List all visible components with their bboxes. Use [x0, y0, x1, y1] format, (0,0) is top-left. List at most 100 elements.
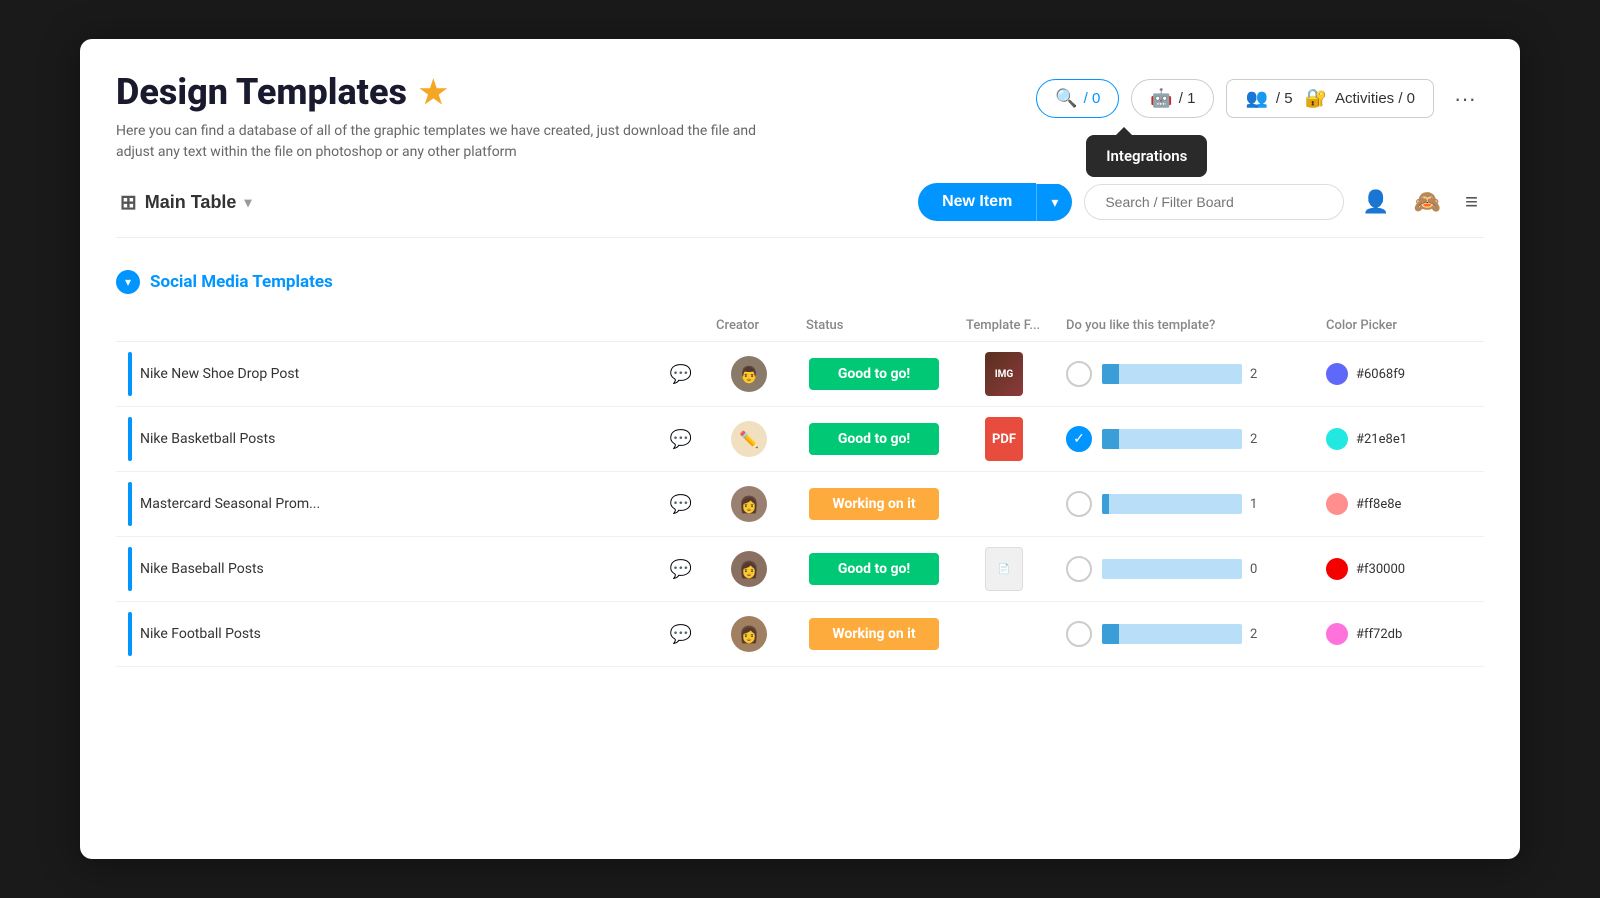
- creator-cell: ✏️: [704, 413, 794, 465]
- row-bar: [128, 417, 132, 461]
- comment-icon[interactable]: 💬: [670, 429, 692, 450]
- creator-avatar: 👨: [731, 356, 767, 392]
- progress-container: 2: [1102, 429, 1266, 449]
- row-name-cell: Nike Baseball Posts 💬: [116, 537, 704, 601]
- like-cell: 2: [1054, 353, 1314, 395]
- person-icon-button[interactable]: 👤: [1356, 185, 1395, 219]
- page-description: Here you can find a database of all of t…: [116, 121, 796, 163]
- creator-avatar: 👩: [731, 486, 767, 522]
- comment-icon[interactable]: 💬: [670, 559, 692, 580]
- item-name: Nike New Shoe Drop Post: [140, 366, 662, 382]
- progress-bar: [1102, 624, 1242, 644]
- progress-container: 1: [1102, 494, 1266, 514]
- activities-button[interactable]: 👥 / 5 🔐 Activities / 0: [1226, 79, 1434, 118]
- header-right: 🔍 / 0 Integrations 🤖 / 1 👥 / 5 🔐 Activit…: [1036, 79, 1484, 118]
- guests-button[interactable]: 🔍 / 0: [1036, 79, 1119, 118]
- table-icon: ⊞: [120, 190, 137, 215]
- main-table: Creator Status Template F... Do you like…: [116, 310, 1484, 667]
- progress-container: 2: [1102, 364, 1266, 384]
- color-dot[interactable]: [1326, 493, 1348, 515]
- table-row: Mastercard Seasonal Prom... 💬 👩 Working …: [116, 472, 1484, 537]
- header-left: Design Templates ★ Here you can find a d…: [116, 71, 1036, 163]
- new-item-main-button[interactable]: New Item: [918, 183, 1036, 221]
- automations-button[interactable]: 🤖 / 1: [1131, 79, 1214, 118]
- like-checkbox[interactable]: [1066, 491, 1092, 517]
- activities-label: Activities / 0: [1335, 90, 1415, 107]
- filter-icon: ≡: [1465, 189, 1478, 214]
- guests-btn-container: 🔍 / 0 Integrations: [1036, 79, 1119, 118]
- automations-icon: 🤖: [1150, 88, 1172, 109]
- page-title-row: Design Templates ★: [116, 71, 1036, 113]
- like-checkbox[interactable]: [1066, 621, 1092, 647]
- template-cell: 📄: [954, 541, 1054, 597]
- table-header-row: Creator Status Template F... Do you like…: [116, 310, 1484, 342]
- item-name: Nike Baseball Posts: [140, 561, 662, 577]
- header: Design Templates ★ Here you can find a d…: [116, 71, 1484, 163]
- like-checkbox[interactable]: [1066, 556, 1092, 582]
- comment-icon[interactable]: 💬: [670, 364, 692, 385]
- automations-count: / 1: [1179, 90, 1196, 107]
- progress-number: 0: [1250, 562, 1266, 577]
- group-title: Social Media Templates: [150, 272, 333, 292]
- color-dot[interactable]: [1326, 623, 1348, 645]
- status-badge: Working on it: [809, 618, 939, 650]
- search-input[interactable]: [1084, 184, 1344, 220]
- color-dot[interactable]: [1326, 428, 1348, 450]
- color-hex-value: #21e8e1: [1356, 432, 1407, 447]
- page-title: Design Templates: [116, 71, 407, 113]
- group-header: ▾ Social Media Templates: [116, 270, 1484, 294]
- color-hex-value: #ff72db: [1356, 627, 1402, 642]
- new-item-button[interactable]: New Item ▾: [918, 183, 1072, 221]
- table-row: Nike Football Posts 💬 👩 Working on it 2 …: [116, 602, 1484, 667]
- status-badge: Working on it: [809, 488, 939, 520]
- creator-avatar: 👩: [731, 551, 767, 587]
- progress-number: 1: [1250, 497, 1266, 512]
- guests-count: / 0: [1084, 90, 1101, 107]
- app-window: Design Templates ★ Here you can find a d…: [80, 39, 1520, 859]
- file-thumbnail[interactable]: IMG: [985, 352, 1023, 396]
- status-badge: Good to go!: [809, 553, 939, 585]
- like-checkbox[interactable]: [1066, 361, 1092, 387]
- progress-number: 2: [1250, 627, 1266, 642]
- filter-icon-button[interactable]: ≡: [1459, 185, 1484, 219]
- main-table-button[interactable]: ⊞ Main Table ▾: [116, 184, 255, 221]
- people-icon: 👥: [1245, 88, 1267, 109]
- progress-container: 0: [1102, 559, 1266, 579]
- status-cell: Working on it: [794, 612, 954, 656]
- color-hex-value: #f30000: [1356, 562, 1405, 577]
- lock-icon: 🔐: [1305, 88, 1327, 109]
- col-header-name: [116, 310, 704, 342]
- row-name-cell: Nike Basketball Posts 💬: [116, 407, 704, 471]
- progress-number: 2: [1250, 432, 1266, 447]
- favorite-star-icon[interactable]: ★: [419, 73, 448, 111]
- color-dot[interactable]: [1326, 558, 1348, 580]
- row-name-cell: Mastercard Seasonal Prom... 💬: [116, 472, 704, 536]
- progress-fill: [1102, 429, 1119, 449]
- more-options-button[interactable]: ···: [1446, 82, 1484, 116]
- table-row: Nike Baseball Posts 💬 👩 Good to go! 📄 0 …: [116, 537, 1484, 602]
- status-badge: Good to go!: [809, 358, 939, 390]
- file-thumbnail[interactable]: PDF: [985, 417, 1023, 461]
- color-dot[interactable]: [1326, 363, 1348, 385]
- hide-icon-button[interactable]: 🙈: [1408, 185, 1447, 219]
- status-cell: Good to go!: [794, 352, 954, 396]
- group-collapse-button[interactable]: ▾: [116, 270, 140, 294]
- progress-fill: [1102, 494, 1109, 514]
- table-row: Nike New Shoe Drop Post 💬 👨 Good to go! …: [116, 342, 1484, 407]
- like-checkbox[interactable]: ✓: [1066, 426, 1092, 452]
- status-cell: Working on it: [794, 482, 954, 526]
- team-count: / 5: [1276, 90, 1293, 107]
- creator-avatar: 👩: [731, 616, 767, 652]
- file-thumbnail[interactable]: 📄: [985, 547, 1023, 591]
- row-bar: [128, 547, 132, 591]
- row-name-cell: Nike New Shoe Drop Post 💬: [116, 342, 704, 406]
- comment-icon[interactable]: 💬: [670, 494, 692, 515]
- creator-cell: 👨: [704, 348, 794, 400]
- new-item-dropdown-button[interactable]: ▾: [1036, 184, 1072, 221]
- table-row: Nike Basketball Posts 💬 ✏️ Good to go! P…: [116, 407, 1484, 472]
- progress-container: 2: [1102, 624, 1266, 644]
- color-cell: #6068f9: [1314, 355, 1484, 393]
- color-cell: #f30000: [1314, 550, 1484, 588]
- progress-bar: [1102, 559, 1242, 579]
- comment-icon[interactable]: 💬: [670, 624, 692, 645]
